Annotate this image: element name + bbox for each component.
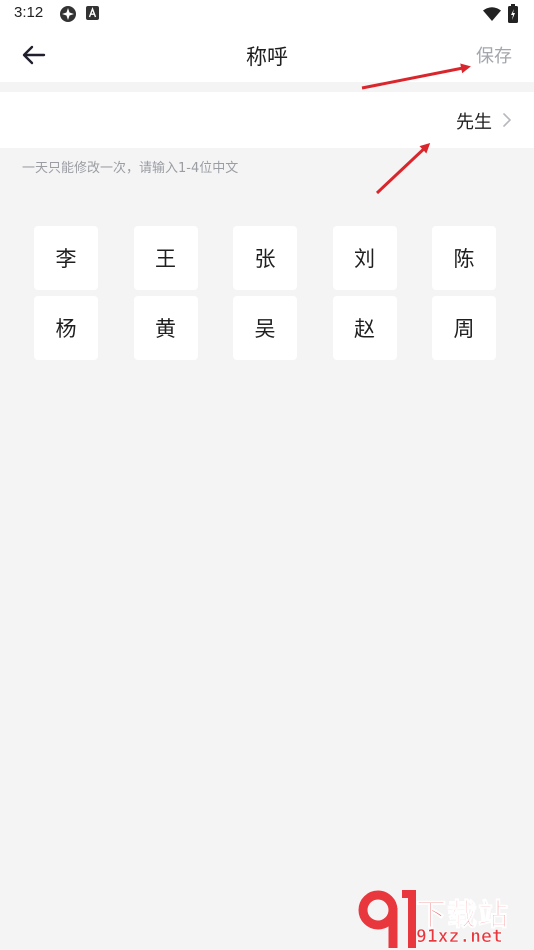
status-time: 3:12 [14,4,44,21]
settings-sync-icon [59,5,77,27]
watermark-logo-icon [358,890,416,948]
save-button[interactable]: 保存 [476,42,512,68]
site-watermark: 下载站 91xz.net [358,888,530,950]
chevron-right-icon [503,113,511,127]
edit-limit-hint: 一天只能修改一次，请输入1-4位中文 [22,161,239,176]
top-app-bar: 称呼 保存 [0,28,534,82]
surname-chip[interactable]: 周 [432,296,496,360]
surname-chip[interactable]: 杨 [34,296,98,360]
app-notification-icon [86,5,99,24]
surname-chip[interactable]: 王 [133,226,198,290]
page-title: 称呼 [246,45,288,69]
surname-chip[interactable]: 吴 [233,296,297,360]
surname-chip[interactable]: 张 [233,226,297,290]
surname-chip[interactable]: 赵 [332,296,397,360]
annotation-arrow-title [375,142,431,195]
selected-title-value: 先生 [456,112,492,133]
status-bar: 3:12 [0,0,534,28]
surname-grid: 李 王 张 刘 陈 杨 黄 吴 赵 周 [34,226,498,360]
surname-chip[interactable]: 陈 [432,226,496,290]
surname-chip[interactable]: 刘 [332,226,397,290]
battery-icon [508,4,518,27]
surname-chip[interactable]: 黄 [133,296,198,360]
title-selector-row[interactable]: 先生 [0,92,534,148]
wifi-icon [483,6,501,25]
watermark-url: 91xz.net [416,926,503,948]
surname-chip[interactable]: 李 [34,226,98,290]
